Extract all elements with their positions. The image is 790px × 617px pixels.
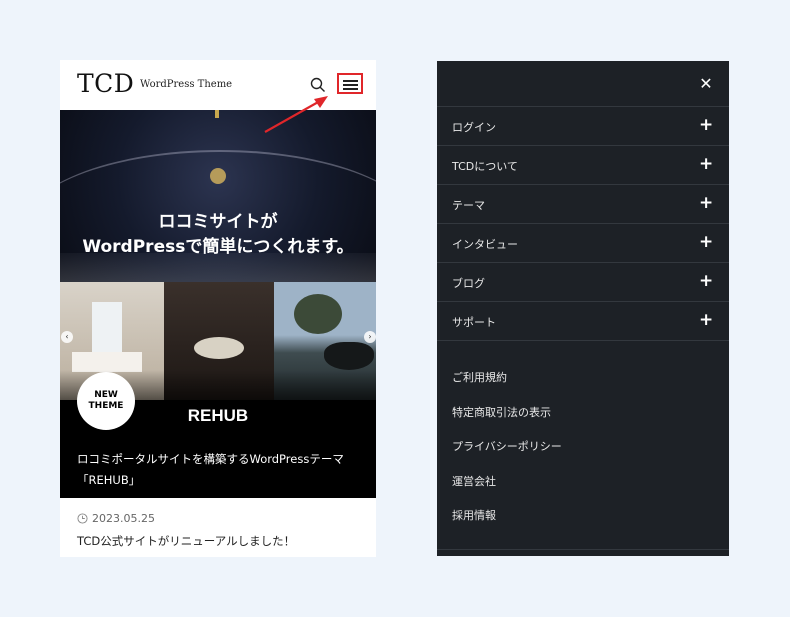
close-icon[interactable]: ✕ [699, 76, 713, 92]
footer-link-recruit[interactable]: 採用情報 [452, 507, 562, 542]
menu-item-login[interactable]: ログイン + [437, 107, 729, 146]
expand-plus-icon[interactable]: + [699, 194, 713, 212]
tile-caption-shade [164, 370, 274, 400]
featured-news-title[interactable]: ロコミポータルサイトを構築するWordPressテーマ 「REHUB」 [77, 449, 367, 491]
expand-plus-icon[interactable]: + [699, 272, 713, 290]
menu-item-blog[interactable]: ブログ + [437, 263, 729, 302]
drawer-menu: ✕ ログイン + TCDについて + テーマ + インタビュー + ブログ + … [437, 61, 729, 556]
menu-item-about-tcd[interactable]: TCDについて + [437, 146, 729, 185]
hamburger-line [343, 84, 358, 86]
menu-item-label: TCDについて [452, 160, 518, 173]
expand-plus-icon[interactable]: + [699, 233, 713, 251]
footer-links: ご利用規約 特定商取引法の表示 プライバシーポリシー 運営会社 採用情報 [452, 369, 562, 542]
menu-item-label: サポート [452, 316, 496, 329]
hero-slider[interactable]: ロコミサイトが WordPressで簡単につくれます。 ‹ › REHUB NE… [60, 110, 376, 447]
news-title-line2: 「REHUB」 [77, 473, 141, 487]
tile-caption-shade [274, 370, 376, 400]
annotation-arrow-icon [264, 96, 328, 133]
clock-icon [77, 513, 88, 524]
menu-item-support[interactable]: サポート + [437, 302, 729, 341]
hero-headline-line1: ロコミサイトが [158, 212, 278, 232]
news-title-line1: ロコミポータルサイトを構築するWordPressテーマ [77, 452, 344, 466]
menu-item-label: ブログ [452, 277, 485, 290]
expand-plus-icon[interactable]: + [699, 116, 713, 134]
pendant-lamp [210, 168, 226, 184]
divider [437, 549, 729, 550]
news-date: 2023.05.25 [77, 512, 155, 525]
preview-tile-dining [164, 282, 274, 400]
site-tagline: WordPress Theme [140, 79, 233, 90]
plate-shape [194, 337, 244, 359]
hero-headline-line2: WordPressで簡単につくれます。 [82, 237, 354, 257]
menu-item-label: インタビュー [452, 238, 518, 251]
window-shape [92, 302, 122, 352]
menu-item-themes[interactable]: テーマ + [437, 185, 729, 224]
hamburger-line [343, 88, 358, 90]
bathtub-shape [324, 342, 374, 370]
expand-plus-icon[interactable]: + [699, 311, 713, 329]
news-item-link[interactable]: TCD公式サイトがリニューアルしました！ [77, 533, 295, 549]
footer-link-company[interactable]: 運営会社 [452, 473, 562, 508]
slider-prev-button[interactable]: ‹ [61, 331, 73, 343]
menu-item-label: ログイン [452, 121, 496, 134]
footer-link-terms[interactable]: ご利用規約 [452, 369, 562, 404]
hamburger-menu-button[interactable] [337, 73, 363, 94]
bed-shape [72, 352, 142, 372]
news-date-text: 2023.05.25 [92, 512, 155, 525]
tree-shape [294, 294, 342, 334]
slider-next-button[interactable]: › [364, 331, 376, 343]
search-icon[interactable] [310, 77, 326, 93]
new-theme-badge: NEW THEME [77, 372, 135, 430]
footer-link-privacy-policy[interactable]: プライバシーポリシー [452, 438, 562, 473]
pendant-lamp-cord [215, 110, 219, 118]
site-logo[interactable]: TCD [77, 69, 134, 98]
badge-line1: NEW [94, 390, 118, 400]
footer-link-commercial-law[interactable]: 特定商取引法の表示 [452, 404, 562, 439]
menu-item-interview[interactable]: インタビュー + [437, 224, 729, 263]
expand-plus-icon[interactable]: + [699, 155, 713, 173]
menu-item-label: テーマ [452, 199, 485, 212]
hamburger-line [343, 80, 358, 82]
menu-list: ログイン + TCDについて + テーマ + インタビュー + ブログ + サポ… [437, 106, 729, 341]
preview-tile-resort [274, 282, 376, 400]
hero-headline: ロコミサイトが WordPressで簡単につくれます。 [60, 210, 376, 260]
badge-line2: THEME [88, 401, 124, 411]
